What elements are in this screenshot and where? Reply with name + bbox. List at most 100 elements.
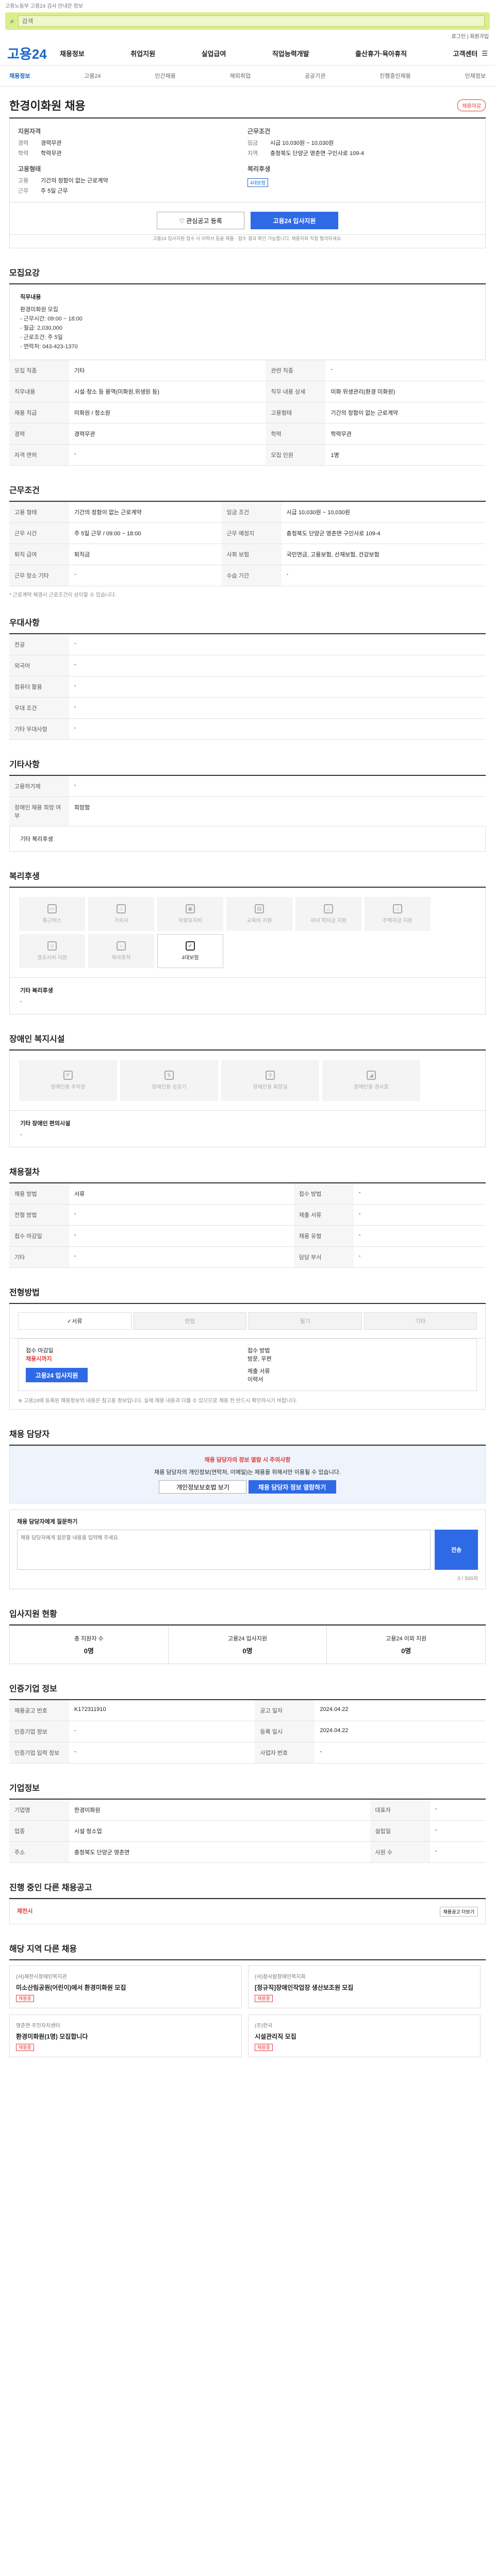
sub-nav-item[interactable]: 채용정보 xyxy=(9,72,30,80)
duty-line: - 연락처: 043-423-1370 xyxy=(20,344,78,350)
cell: - xyxy=(325,360,486,381)
item-badge: 채용중 xyxy=(16,1995,34,2002)
parking-icon: P xyxy=(63,1071,73,1080)
item-badge: 채용중 xyxy=(16,2044,34,2051)
apply-button[interactable]: 고용24 입사지원 xyxy=(251,212,338,229)
section-title: 인증기업 정보 xyxy=(9,1682,486,1700)
disability-grid: P 장애인용 주차장 ⇅ 장애인용 승강기 ⚲ 장애인용 화장실 ◢ 장애인용 경사로 xyxy=(9,1050,486,1111)
sub-nav-item[interactable]: 공공기관 xyxy=(305,72,325,80)
privacy-desc: 채용 담당자의 개인정보(연락처, 이메일)는 채용을 위해서만 이용될 수 있… xyxy=(154,1469,341,1476)
cell-head: 직무내용 xyxy=(9,381,69,402)
selection-tabs: ✓ 서류 면접 필기 기타 xyxy=(9,1304,486,1338)
kv-key: 근무 xyxy=(18,188,29,194)
list-item[interactable]: (사)제천시장애인복지관 미소산림공원(어린이)에서 환경미화원 모집 채용중 xyxy=(9,1965,242,2008)
cell-head: 근무 장소 기타 xyxy=(9,565,69,586)
section-disability: 장애인 복지시설 P 장애인용 주차장 ⇅ 장애인용 승강기 ⚲ 장애인용 화장실 ◢… xyxy=(9,1032,486,1147)
welfare-card: ✓ 4대보험 xyxy=(157,934,223,968)
facility-label: 장애인용 주차장 xyxy=(51,1084,86,1090)
cell-head: 고용 형태 xyxy=(9,502,69,523)
item-company: (사)참사람장애인복지회 xyxy=(255,1974,306,1980)
nav-item-help[interactable]: 고객센터 xyxy=(453,48,478,58)
cell: 2024.04.22 xyxy=(315,1721,486,1742)
reg-method: 방문, 우편 xyxy=(248,1356,272,1362)
conditions-note: * 근로계약 체결시 근로조건이 상이할 수 있습니다. xyxy=(9,592,117,598)
cell-head: 채용 유형 xyxy=(293,1225,354,1247)
job-title: 한경이화원 채용 xyxy=(9,99,86,112)
tab-written[interactable]: 필기 xyxy=(249,1312,362,1330)
sub-nav-item[interactable]: 민간채용 xyxy=(155,72,175,80)
cell-head: 고용형태 xyxy=(266,402,326,423)
job-header: 한경이화원 채용 채용마감 xyxy=(9,97,486,118)
summary-heading: 복리후생 xyxy=(248,165,271,173)
cell-head: 기업명 xyxy=(9,1800,69,1821)
section-process: 채용절차 채용 방법 서류 접수 방법 - 전형 방법 - 제출 서류 - 접수 마감일 - 채… xyxy=(9,1165,486,1268)
nav-item-support[interactable]: 취업지원 xyxy=(130,48,155,58)
duty-line: - 근무시간: 09:00 ~ 18:00 xyxy=(20,316,82,322)
list-item[interactable]: (주)한국 시설관리직 모집 채용중 xyxy=(248,2014,481,2057)
cell: 충청북도 단양군 영춘면 구인사로 109-4 xyxy=(281,522,486,544)
item-company: (주)한국 xyxy=(255,2023,273,2029)
cell-head: 임금 조건 xyxy=(221,502,282,523)
duty-box: 직무내용 환경미화원 모집 - 근무시간: 09:00 ~ 18:00 - 월급… xyxy=(9,284,486,360)
tab-label: 서류 xyxy=(72,1318,82,1325)
cell: - xyxy=(69,776,486,797)
privacy-law-button[interactable]: 개인정보보호법 보기 xyxy=(159,1480,247,1494)
section-title: 전형방법 xyxy=(9,1285,486,1304)
view-manager-button[interactable]: 채용 담당자 정보 열람하기 xyxy=(248,1480,336,1494)
nav-item-training[interactable]: 직업능력개발 xyxy=(272,48,309,58)
kv-key: 학력 xyxy=(18,150,29,157)
cell-head: 등록 일시 xyxy=(255,1721,315,1742)
site-logo[interactable]: 고용24 xyxy=(7,44,56,63)
scrap-button[interactable]: ♡ 관심공고 등록 xyxy=(157,212,244,229)
sub-nav-item[interactable]: 해외취업 xyxy=(230,72,251,80)
cell: - xyxy=(69,676,486,698)
char-count: 0 / 500자 xyxy=(457,1576,478,1582)
section-title: 입사지원 현황 xyxy=(9,1607,486,1625)
list-item[interactable]: (사)참사람장애인복지회 [정규직]장애인작업장 생산보조원 모집 채용중 xyxy=(248,1965,481,2008)
apply-button-2[interactable]: 고용24 입사지원 xyxy=(26,1368,88,1382)
cell-head: 접수 마감일 xyxy=(9,1225,69,1247)
welfare-note: 기타 복리후생 - xyxy=(9,978,486,1014)
more-jobs-button[interactable]: 채용공고 더보기 xyxy=(439,1907,478,1917)
list-item[interactable]: 영춘면 주민자치센터 환경미화원(1명) 모집합니다 채용중 xyxy=(9,2014,242,2057)
duty-line: - 월급: 2,030,000 xyxy=(20,325,63,331)
item-badge: 채용중 xyxy=(255,2044,273,2051)
send-button[interactable]: 전송 xyxy=(435,1530,478,1570)
tab-documents[interactable]: ✓ 서류 xyxy=(18,1312,131,1330)
login-links[interactable]: 로그인 | 회원가입 xyxy=(0,30,495,42)
cell: 시급 10,030원 ~ 10,030원 xyxy=(281,502,486,523)
facility-label: 장애인용 화장실 xyxy=(253,1084,288,1090)
disability-note: 기타 장애인 편의시설 - xyxy=(9,1111,486,1147)
cell: 2024.04.22 xyxy=(315,1700,486,1721)
summary-heading: 근무조건 xyxy=(248,128,271,135)
ramp-icon: ◢ xyxy=(367,1071,376,1080)
cell: - xyxy=(353,1204,486,1226)
nav-item-leave[interactable]: 출산휴가·육아휴직 xyxy=(355,48,407,58)
cell-head: 관련 직종 xyxy=(266,360,326,381)
other-jobs-region: 제천시 xyxy=(17,1908,33,1914)
section-welfare: 복리후생 ▭ 통근버스 ⌂ 기숙사 ▣ 차량유지비 ▤ 교육비 지원 △ 자녀 학자금 지… xyxy=(9,869,486,1014)
kv-value: 충청북도 단양군 영춘면 구인사로 109-4 xyxy=(270,150,365,157)
inquiry-title: 채용 담당자에게 질문하기 xyxy=(17,1519,78,1525)
cell-head: 근무 시간 xyxy=(9,522,69,544)
inquiry-input[interactable] xyxy=(17,1530,431,1570)
nav-item-jobs[interactable]: 채용정보 xyxy=(60,48,85,58)
section-recruit: 모집요강 직무내용 환경미화원 모집 - 근무시간: 09:00 ~ 18:00… xyxy=(9,266,486,466)
item-title: 환경미화원(1명) 모집합니다 xyxy=(16,2033,88,2040)
menu-icon[interactable]: ☰ xyxy=(482,49,488,58)
selection-note: ※ 고용24에 등록된 채용정보의 내용은 참고용 정보입니다. 실제 채용 내… xyxy=(18,1398,298,1404)
tab-other[interactable]: 기타 xyxy=(364,1312,477,1330)
section-title: 해당 지역 다른 채용 xyxy=(9,1942,486,1960)
sub-nav-item[interactable]: 인재정보 xyxy=(465,72,485,80)
search-bar: ⌕ xyxy=(5,12,490,30)
tab-interview[interactable]: 면접 xyxy=(133,1312,246,1330)
duty-line: 환경미화원 모집 xyxy=(20,307,58,313)
cell: 미화 위생관리(환경 미화원) xyxy=(325,381,486,402)
search-input[interactable] xyxy=(18,15,485,27)
nav-item-benefits[interactable]: 실업급여 xyxy=(202,48,226,58)
sub-nav-item[interactable]: 진행중인채용 xyxy=(380,72,411,80)
section-title: 모집요강 xyxy=(9,266,486,284)
job-summary: 지원자격 경력 경력무관 학력 학력무관 고용형태 고용 기간의 정함이 없는 근로계… xyxy=(9,118,486,202)
stat-value: 0명 xyxy=(242,1647,253,1655)
sub-nav-item[interactable]: 고용24 xyxy=(84,72,101,80)
